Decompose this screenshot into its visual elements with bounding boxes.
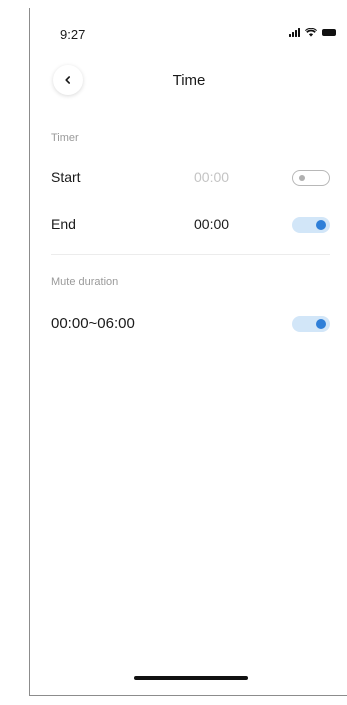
battery-icon	[322, 29, 336, 36]
start-label: Start	[51, 169, 81, 185]
page-title: Time	[172, 72, 206, 89]
section-divider	[51, 254, 330, 255]
screen-bottom-edge	[29, 695, 347, 696]
signal-icon	[289, 28, 300, 37]
end-time-value[interactable]: 00:00	[194, 216, 229, 232]
home-indicator[interactable]	[134, 676, 248, 680]
mute-duration-range[interactable]: 00:00~06:00	[51, 315, 135, 332]
start-toggle[interactable]	[292, 170, 330, 186]
mute-toggle[interactable]	[292, 316, 330, 332]
toggle-knob	[299, 175, 305, 181]
status-icons	[289, 28, 336, 37]
section-label-timer: Timer	[51, 132, 79, 144]
toggle-knob	[316, 220, 326, 230]
status-time: 9:27	[60, 27, 86, 42]
status-bar: 9:27	[30, 8, 347, 52]
section-label-mute: Mute duration	[51, 276, 119, 288]
phone-screen: 9:27 Time Timer Start 00:00 End 00:00 Mu…	[29, 8, 347, 696]
end-toggle[interactable]	[292, 217, 330, 233]
start-time-value[interactable]: 00:00	[194, 169, 229, 185]
wifi-icon	[305, 28, 317, 37]
toggle-knob	[316, 319, 326, 329]
end-label: End	[51, 216, 76, 232]
